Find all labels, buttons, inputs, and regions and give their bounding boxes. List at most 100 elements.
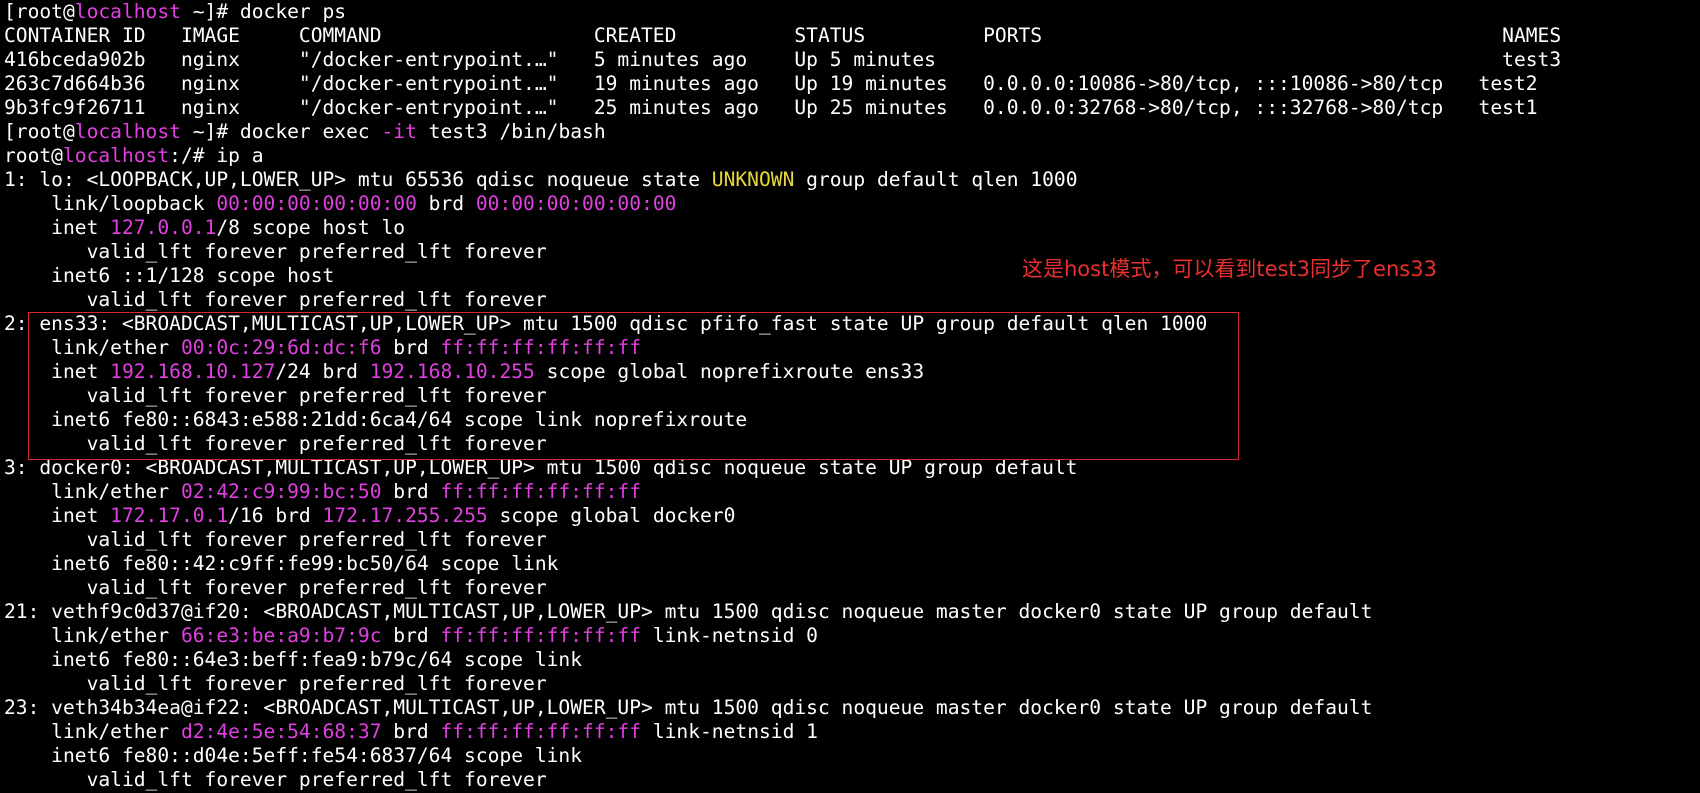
terminal-text-segment: 172.17.0.1: [110, 504, 229, 527]
terminal-line: [root@localhost ~]# docker ps: [4, 0, 1694, 24]
terminal-text-segment: inet6 fe80::d04e:5eff:fe54:6837/64 scope…: [4, 744, 583, 767]
terminal-line: valid_lft forever preferred_lft forever: [4, 768, 1694, 792]
terminal-text-segment: ff:ff:ff:ff:ff:ff: [440, 624, 642, 647]
terminal-text-segment: 192.168.10.127: [110, 360, 276, 383]
terminal-line: inet6 fe80::6843:e588:21dd:6ca4/64 scope…: [4, 408, 1694, 432]
terminal-line: valid_lft forever preferred_lft forever: [4, 576, 1694, 600]
terminal-text-segment: -it: [381, 120, 417, 143]
terminal-text-segment: /8 scope host lo: [216, 216, 406, 239]
terminal-text-segment: brd: [381, 624, 441, 647]
terminal-text-segment: localhost: [74, 0, 181, 23]
terminal-line: CONTAINER ID IMAGE COMMAND CREATED STATU…: [4, 24, 1694, 48]
terminal-text-segment: 192.168.10.255: [369, 360, 535, 383]
terminal-line: valid_lft forever preferred_lft forever: [4, 672, 1694, 696]
terminal-text-segment: test3 /bin/bash: [416, 120, 606, 143]
terminal-text-segment: inet6 fe80::64e3:beff:fea9:b79c/64 scope…: [4, 648, 583, 671]
terminal-text-segment: ff:ff:ff:ff:ff:ff: [440, 720, 642, 743]
terminal-text-segment: CONTAINER ID IMAGE COMMAND CREATED STATU…: [4, 24, 1562, 47]
terminal-text-segment: link/ether: [4, 480, 181, 503]
terminal-text-segment: ff:ff:ff:ff:ff:ff: [440, 480, 642, 503]
terminal-output[interactable]: [root@localhost ~]# docker ps CONTAINER I…: [4, 0, 1694, 793]
terminal-text-segment: 00:00:00:00:00:00: [475, 192, 677, 215]
terminal-text-segment: brd: [416, 192, 476, 215]
terminal-text-segment: 172.17.255.255: [322, 504, 488, 527]
annotation-note: 这是host模式，可以看到test3同步了ens33: [1022, 257, 1437, 281]
terminal-text-segment: link-netnsid 0: [641, 624, 818, 647]
terminal-text-segment: inet: [4, 216, 111, 239]
terminal-text-segment: ~]# docker exec: [180, 120, 382, 143]
terminal-line: root@localhost:/# ip a: [4, 144, 1694, 168]
terminal-text-segment: 127.0.0.1: [110, 216, 217, 239]
terminal-text-segment: inet: [4, 504, 111, 527]
terminal-text-segment: /24 brd: [275, 360, 370, 383]
terminal-line: 263c7d664b36 nginx "/docker-entrypoint.……: [4, 72, 1694, 96]
terminal-text-segment: inet6 fe80::42:c9ff:fe99:bc50/64 scope l…: [4, 552, 559, 575]
terminal-text-segment: link/ether: [4, 336, 181, 359]
terminal-text-segment: ff:ff:ff:ff:ff:ff: [440, 336, 642, 359]
terminal-line: link/ether 66:e3:be:a9:b7:9c brd ff:ff:f…: [4, 624, 1694, 648]
terminal-text-segment: UNKNOWN: [711, 168, 795, 191]
terminal-text-segment: scope global noprefixroute ens33: [534, 360, 925, 383]
terminal-text-segment: link/ether: [4, 720, 181, 743]
terminal-text-segment: valid_lft forever preferred_lft forever: [4, 768, 547, 791]
terminal-text-segment: valid_lft forever preferred_lft forever: [4, 432, 547, 455]
terminal-text-segment: 02:42:c9:99:bc:50: [180, 480, 382, 503]
terminal-text-segment: 3: docker0: <BROADCAST,MULTICAST,UP,LOWE…: [4, 456, 1078, 479]
terminal-line: valid_lft forever preferred_lft forever: [4, 384, 1694, 408]
terminal-text-segment: 00:0c:29:6d:dc:f6: [180, 336, 382, 359]
terminal-line: 416bceda902b nginx "/docker-entrypoint.……: [4, 48, 1694, 72]
terminal-line: link/loopback 00:00:00:00:00:00 brd 00:0…: [4, 192, 1694, 216]
terminal-text-segment: link-netnsid 1: [641, 720, 818, 743]
terminal-text-segment: ~]# docker ps: [180, 0, 347, 23]
terminal-text-segment: 416bceda902b nginx "/docker-entrypoint.……: [4, 48, 1562, 71]
terminal-text-segment: inet6 fe80::6843:e588:21dd:6ca4/64 scope…: [4, 408, 748, 431]
terminal-text-segment: valid_lft forever preferred_lft forever: [4, 672, 547, 695]
terminal-line: 1: lo: <LOOPBACK,UP,LOWER_UP> mtu 65536 …: [4, 168, 1694, 192]
terminal-text-segment: localhost: [62, 144, 170, 167]
terminal-line: valid_lft forever preferred_lft forever: [4, 432, 1694, 456]
terminal-text-segment: 66:e3:be:a9:b7:9c: [180, 624, 382, 647]
terminal-text-segment: [root@: [4, 120, 75, 143]
terminal-line: inet6 fe80::42:c9ff:fe99:bc50/64 scope l…: [4, 552, 1694, 576]
terminal-line: [root@localhost ~]# docker exec -it test…: [4, 120, 1694, 144]
terminal-text-segment: brd: [381, 336, 441, 359]
terminal-line: inet6 ::1/128 scope host: [4, 264, 1694, 288]
terminal-line: inet 192.168.10.127/24 brd 192.168.10.25…: [4, 360, 1694, 384]
terminal-text-segment: inet: [4, 360, 111, 383]
terminal-text-segment: 2: ens33: <BROADCAST,MULTICAST,UP,LOWER_…: [4, 312, 1208, 335]
terminal-line: valid_lft forever preferred_lft forever: [4, 288, 1694, 312]
terminal-text-segment: 263c7d664b36 nginx "/docker-entrypoint.……: [4, 72, 1538, 95]
terminal-text-segment: scope global docker0: [487, 504, 736, 527]
terminal-text-segment: :/# ip a: [169, 144, 264, 167]
terminal-line: inet6 fe80::d04e:5eff:fe54:6837/64 scope…: [4, 744, 1694, 768]
terminal-line: valid_lft forever preferred_lft forever: [4, 528, 1694, 552]
terminal-text-segment: localhost: [74, 120, 181, 143]
terminal-text-segment: valid_lft forever preferred_lft forever: [4, 528, 547, 551]
terminal-text-segment: valid_lft forever preferred_lft forever: [4, 288, 547, 311]
terminal-line: link/ether 02:42:c9:99:bc:50 brd ff:ff:f…: [4, 480, 1694, 504]
terminal-text-segment: brd: [381, 720, 441, 743]
terminal-line: link/ether d2:4e:5e:54:68:37 brd ff:ff:f…: [4, 720, 1694, 744]
terminal-text-segment: 21: vethf9c0d37@if20: <BROADCAST,MULTICA…: [4, 600, 1373, 623]
terminal-text-segment: d2:4e:5e:54:68:37: [180, 720, 382, 743]
terminal-line: 23: veth34b34ea@if22: <BROADCAST,MULTICA…: [4, 696, 1694, 720]
terminal-text-segment: brd: [381, 480, 441, 503]
terminal-text-segment: 00:00:00:00:00:00: [216, 192, 417, 215]
terminal-text-segment: link/loopback: [4, 192, 217, 215]
terminal-text-segment: 23: veth34b34ea@if22: <BROADCAST,MULTICA…: [4, 696, 1373, 719]
terminal-text-segment: 9b3fc9f26711 nginx "/docker-entrypoint.……: [4, 96, 1538, 119]
terminal-text-segment: group default qlen 1000: [794, 168, 1078, 191]
terminal-text-segment: root@: [4, 144, 63, 167]
terminal-line: 9b3fc9f26711 nginx "/docker-entrypoint.……: [4, 96, 1694, 120]
terminal-line: inet6 fe80::64e3:beff:fea9:b79c/64 scope…: [4, 648, 1694, 672]
terminal-line: 2: ens33: <BROADCAST,MULTICAST,UP,LOWER_…: [4, 312, 1694, 336]
terminal-text-segment: 1: lo: <LOOPBACK,UP,LOWER_UP> mtu 65536 …: [4, 168, 712, 191]
terminal-text-segment: [root@: [4, 0, 75, 23]
terminal-line: 3: docker0: <BROADCAST,MULTICAST,UP,LOWE…: [4, 456, 1694, 480]
terminal-text-segment: link/ether: [4, 624, 181, 647]
terminal-line: inet 172.17.0.1/16 brd 172.17.255.255 sc…: [4, 504, 1694, 528]
terminal-text-segment: inet6 ::1/128 scope host: [4, 264, 335, 287]
terminal-text-segment: valid_lft forever preferred_lft forever: [4, 384, 547, 407]
terminal-line: 21: vethf9c0d37@if20: <BROADCAST,MULTICA…: [4, 600, 1694, 624]
terminal-text-segment: valid_lft forever preferred_lft forever: [4, 576, 547, 599]
